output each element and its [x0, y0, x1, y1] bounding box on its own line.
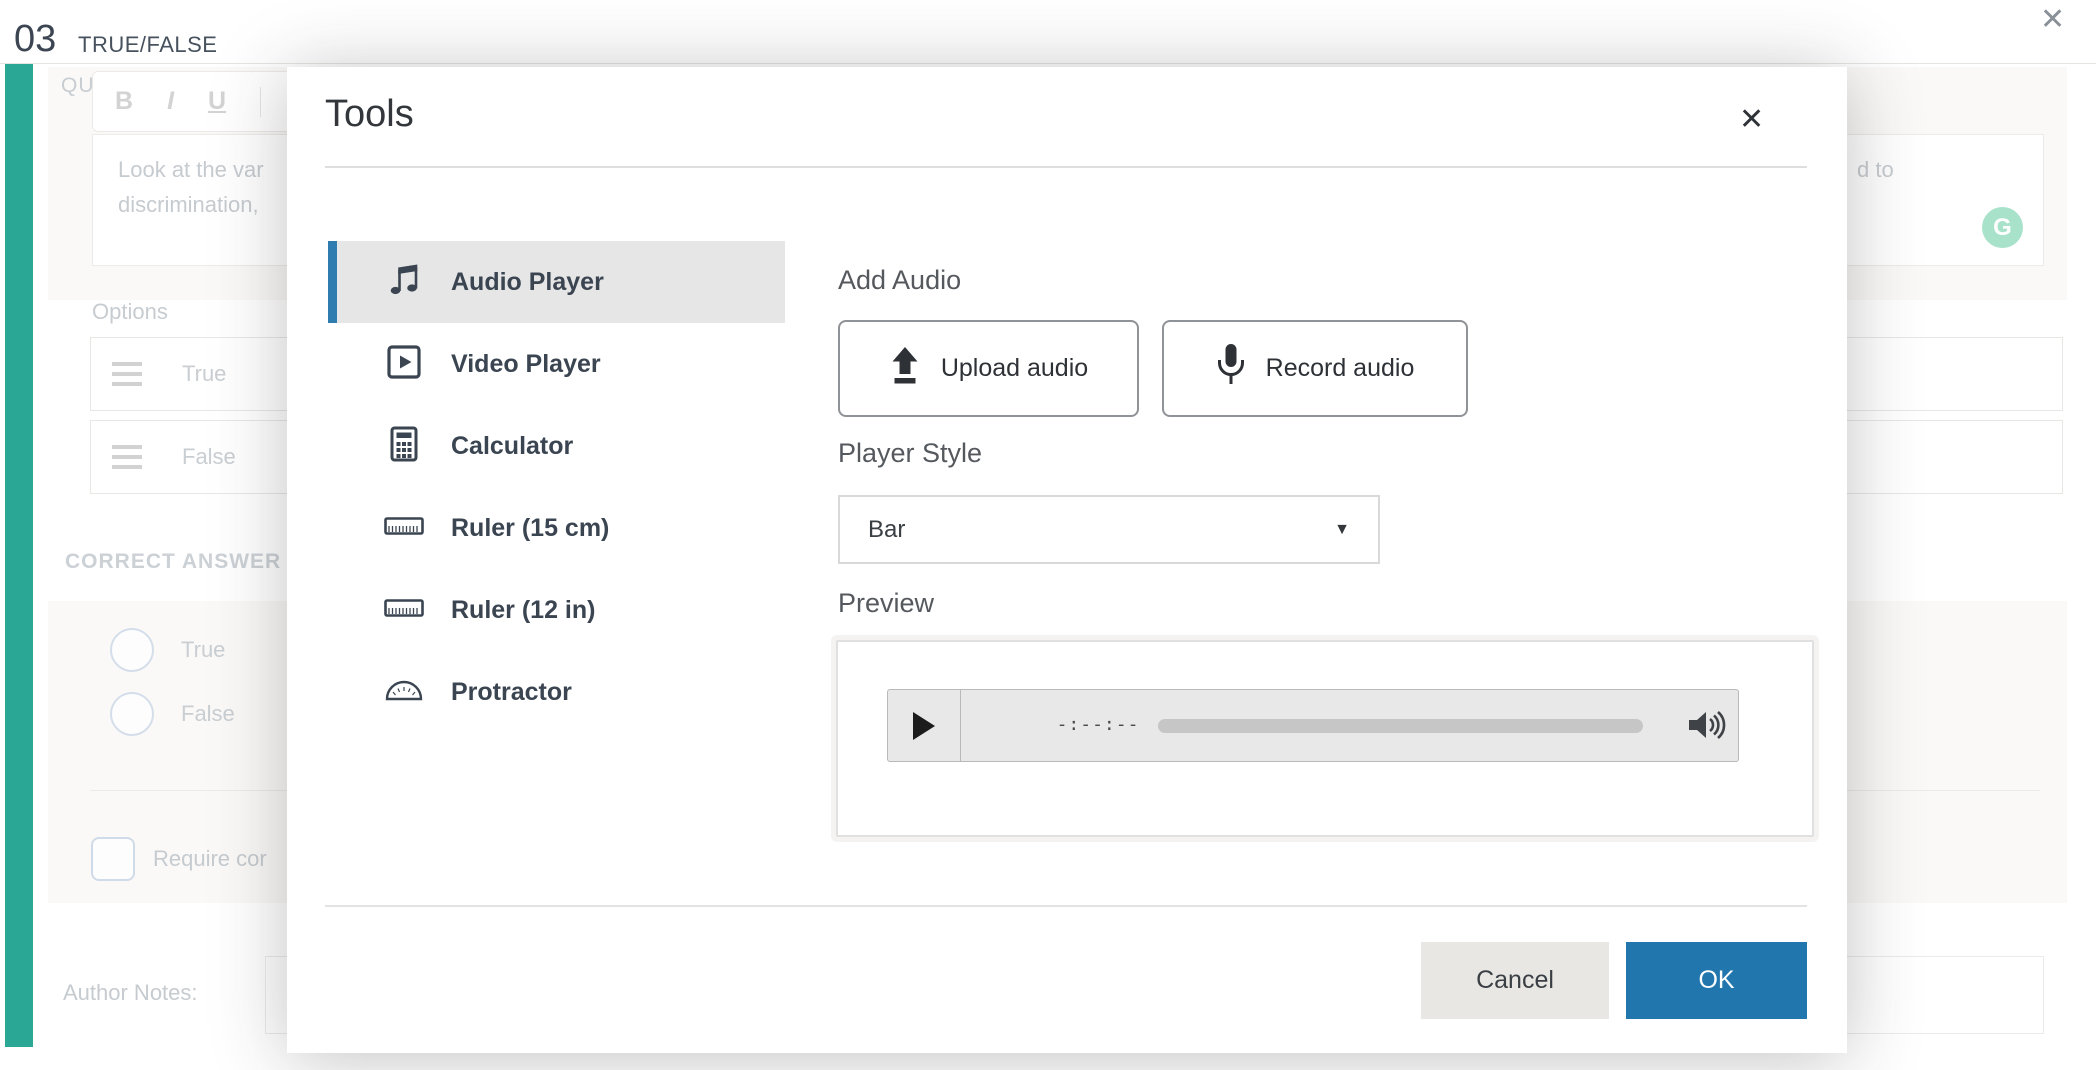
sidebar-item-label: Video Player: [451, 350, 601, 379]
selected-indicator: [328, 241, 337, 323]
volume-icon[interactable]: [1688, 708, 1726, 747]
microphone-icon: [1216, 344, 1246, 393]
protractor-icon: [384, 679, 424, 706]
modal-close-icon[interactable]: ✕: [1739, 102, 1764, 137]
question-text-fragment: d to: [1857, 157, 1894, 183]
drag-handle-icon: [112, 362, 142, 366]
ok-button[interactable]: OK: [1626, 942, 1807, 1019]
play-button[interactable]: [888, 690, 961, 761]
modal-header-divider: [325, 166, 1807, 168]
upload-audio-button[interactable]: Upload audio: [838, 320, 1139, 417]
music-note-icon: [384, 264, 424, 301]
player-progress-bar[interactable]: [1158, 719, 1643, 733]
sidebar-item-video-player[interactable]: Video Player: [328, 323, 785, 405]
player-style-dropdown[interactable]: Bar ▼: [838, 495, 1380, 564]
cancel-button[interactable]: Cancel: [1421, 942, 1609, 1019]
preview-label: Preview: [838, 588, 934, 619]
question-text-fragment: Look at the var: [118, 157, 264, 183]
toolbar-separator: [260, 87, 261, 117]
sidebar-item-label: Audio Player: [451, 268, 604, 297]
cancel-label: Cancel: [1476, 966, 1554, 995]
question-number: 03: [14, 18, 56, 61]
sidebar-item-label: Protractor: [451, 678, 572, 707]
author-notes-label: Author Notes:: [63, 980, 198, 1006]
ruler-icon: [384, 517, 424, 540]
upload-audio-label: Upload audio: [941, 354, 1088, 383]
question-text-fragment: discrimination,: [118, 192, 259, 218]
topbar-divider: [0, 63, 2096, 64]
drag-handle-icon: [112, 445, 142, 449]
underline-button[interactable]: U: [208, 87, 226, 116]
options-label: Options: [92, 299, 168, 325]
correct-answer-label: CORRECT ANSWER: [65, 550, 281, 574]
sidebar-item-audio-player[interactable]: Audio Player: [328, 241, 785, 323]
radio-true-label: True: [181, 637, 225, 663]
preview-panel: -:--:--: [836, 640, 1814, 837]
radio-true[interactable]: [110, 628, 154, 672]
require-label: Require cor: [153, 846, 267, 872]
tools-modal: Tools ✕ Audio Player Video Player Calcul…: [287, 67, 1847, 1053]
radio-false-label: False: [181, 701, 235, 727]
sidebar-item-label: Calculator: [451, 432, 573, 461]
grammarly-icon[interactable]: G: [1982, 207, 2023, 248]
modal-footer-divider: [325, 905, 1807, 907]
sidebar-item-label: Ruler (12 in): [451, 596, 595, 625]
chevron-down-icon: ▼: [1334, 521, 1350, 539]
drag-handle[interactable]: [90, 337, 164, 411]
question-type-label: TRUE/FALSE: [78, 32, 217, 58]
ok-label: OK: [1698, 966, 1734, 995]
sidebar-item-ruler-15cm[interactable]: Ruler (15 cm): [328, 487, 785, 569]
radio-false[interactable]: [110, 692, 154, 736]
question-accent-bar: [5, 64, 33, 1047]
italic-button[interactable]: I: [167, 87, 174, 116]
calculator-icon: [384, 426, 424, 467]
modal-title: Tools: [325, 93, 414, 136]
sidebar-item-protractor[interactable]: Protractor: [328, 651, 785, 733]
add-audio-label: Add Audio: [838, 265, 961, 296]
page-close-icon[interactable]: ✕: [2040, 2, 2065, 37]
play-icon: [913, 712, 935, 740]
player-time: -:--:--: [1038, 714, 1158, 735]
screen: 03 TRUE/FALSE ✕ QUESTION B I U A Look at…: [0, 0, 2096, 1070]
sidebar-item-ruler-12in[interactable]: Ruler (12 in): [328, 569, 785, 651]
ruler-icon: [384, 599, 424, 622]
upload-icon: [889, 347, 921, 391]
player-style-label: Player Style: [838, 438, 982, 469]
video-player-icon: [384, 345, 424, 384]
require-checkbox[interactable]: [91, 837, 135, 881]
player-style-value: Bar: [868, 516, 905, 544]
sidebar-item-label: Ruler (15 cm): [451, 514, 609, 543]
record-audio-button[interactable]: Record audio: [1162, 320, 1468, 417]
record-audio-label: Record audio: [1266, 354, 1415, 383]
audio-player-bar: -:--:--: [887, 689, 1739, 762]
drag-handle[interactable]: [90, 420, 164, 494]
bold-button[interactable]: B: [115, 87, 133, 116]
sidebar-item-calculator[interactable]: Calculator: [328, 405, 785, 487]
